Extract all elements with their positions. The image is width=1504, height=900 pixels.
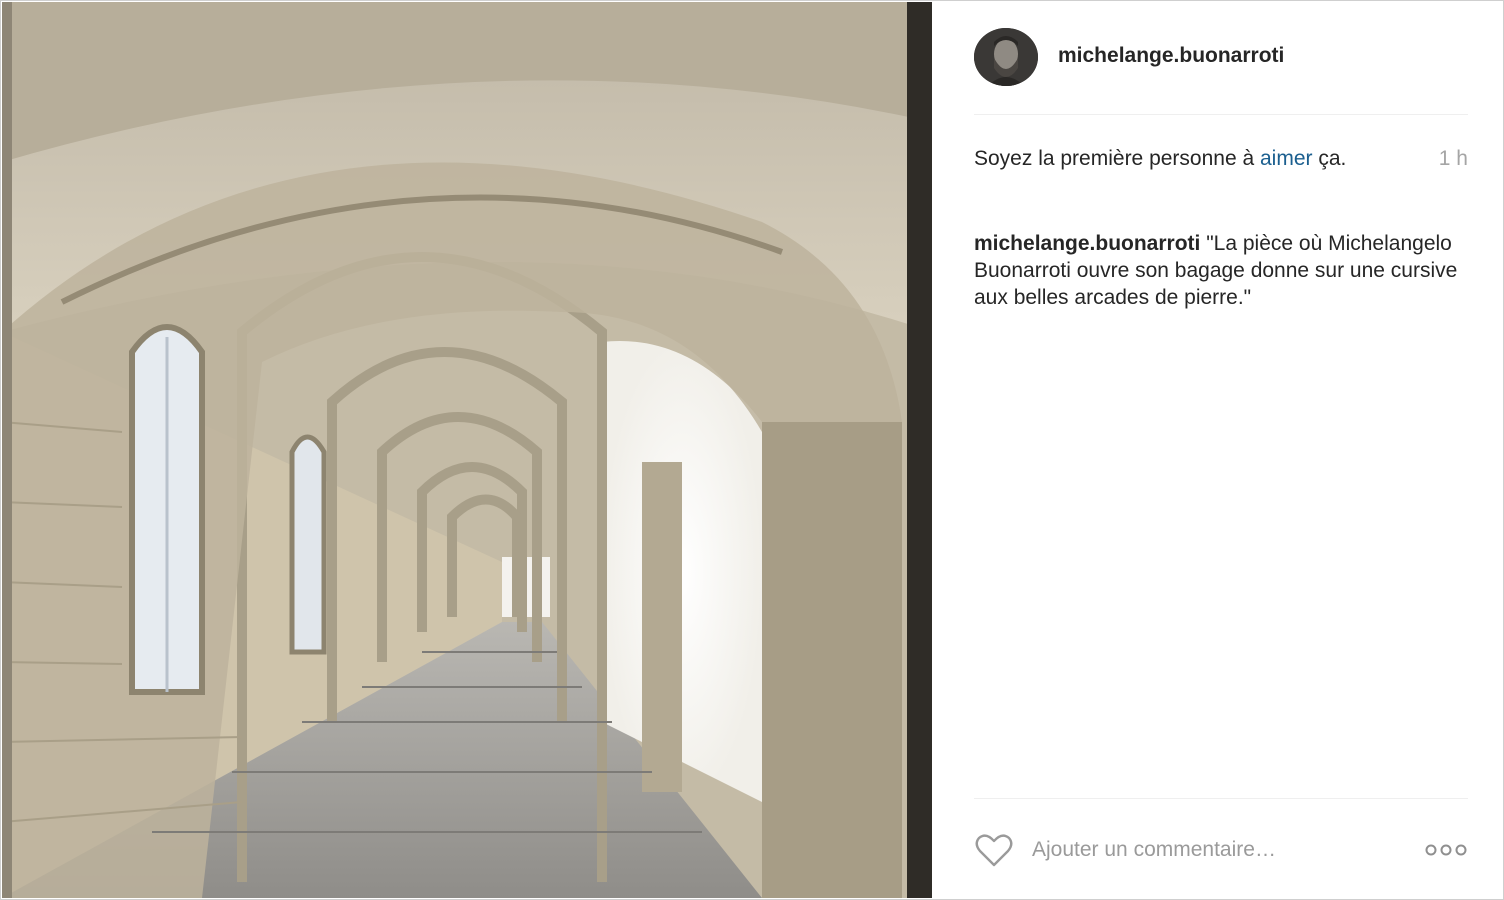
header-divider — [974, 114, 1468, 115]
post-photo[interactable] — [2, 2, 932, 898]
post-timestamp: 1 h — [1438, 147, 1468, 170]
heart-icon[interactable] — [974, 832, 1014, 868]
post-details-panel: michelange.buonarroti Soyez la première … — [974, 0, 1468, 900]
arcade-photo — [2, 2, 932, 898]
like-link[interactable]: aimer — [1260, 147, 1313, 170]
likes-suffix: ça. — [1312, 147, 1347, 170]
comment-input[interactable] — [1032, 834, 1392, 866]
post-author-username[interactable]: michelange.buonarroti — [1058, 44, 1284, 68]
footer-divider — [974, 798, 1468, 799]
likes-prefix: Soyez la première personne à — [974, 147, 1260, 170]
likes-text: Soyez la première personne à aimer ça. — [974, 145, 1394, 173]
profile-avatar[interactable] — [974, 28, 1038, 86]
post-caption: michelange.buonarroti "La pièce où Miche… — [974, 230, 1468, 311]
more-options-icon[interactable] — [1424, 840, 1468, 860]
post-header: michelange.buonarroti — [974, 28, 1468, 86]
avatar-portrait-icon — [974, 28, 1038, 86]
comment-bar — [974, 826, 1468, 874]
caption-username[interactable]: michelange.buonarroti — [974, 232, 1200, 255]
